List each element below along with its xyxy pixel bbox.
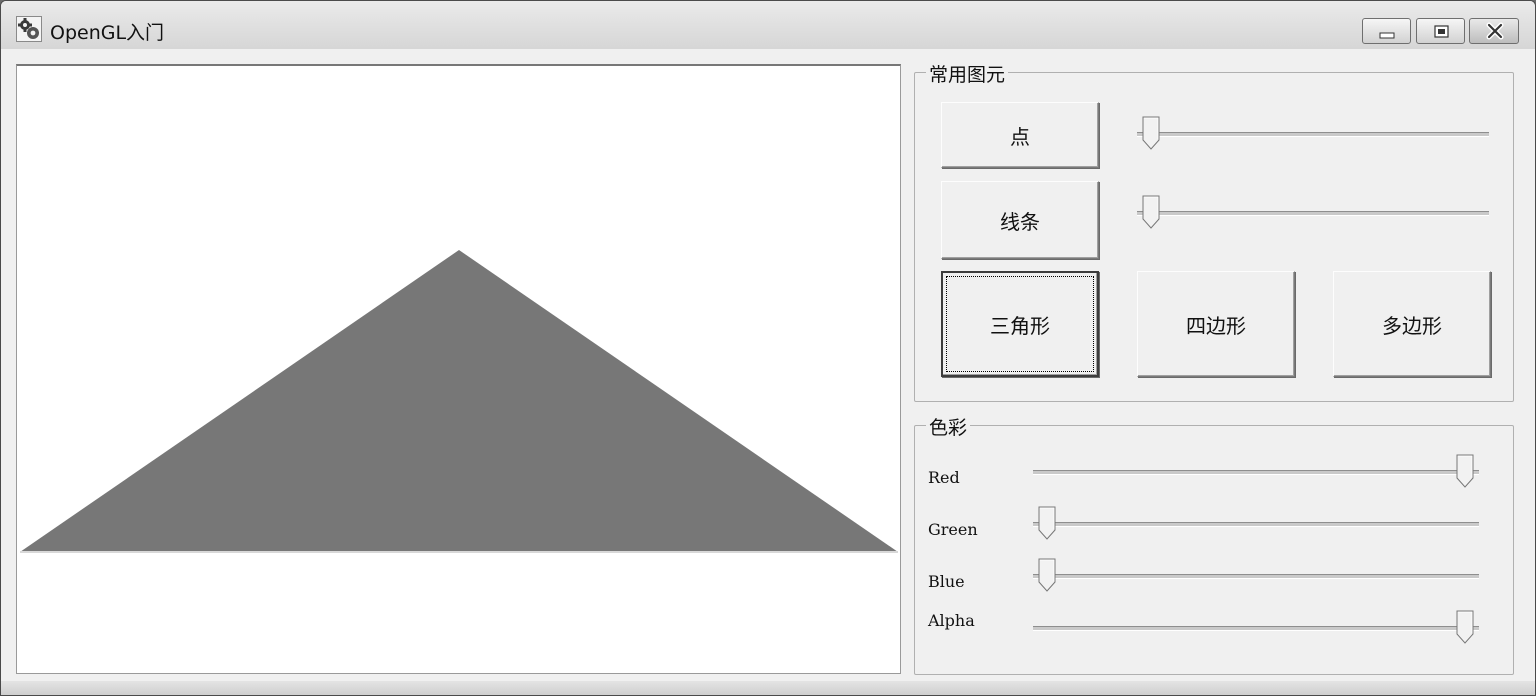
primitives-group: 常用图元 点 线条 三角形 四边形 多边形: [914, 60, 1514, 402]
slider-thumb[interactable]: [1038, 558, 1056, 592]
rendered-triangle: [20, 250, 898, 552]
slider-track: [1137, 132, 1489, 137]
red-slider[interactable]: [1033, 452, 1479, 492]
focus-ring: [946, 276, 1094, 372]
green-slider[interactable]: [1033, 504, 1479, 544]
red-label: Red: [928, 468, 960, 487]
point-button-label: 点: [1010, 124, 1030, 149]
point-size-slider[interactable]: [1137, 114, 1489, 154]
slider-thumb[interactable]: [1142, 116, 1160, 150]
quad-button[interactable]: 四边形: [1137, 271, 1295, 377]
render-surface: [20, 250, 898, 553]
slider-thumb[interactable]: [1456, 454, 1474, 488]
opengl-canvas[interactable]: [16, 64, 901, 674]
slider-thumb[interactable]: [1142, 195, 1160, 229]
line-width-slider[interactable]: [1137, 193, 1489, 233]
maximize-icon: [1434, 25, 1449, 38]
slider-track: [1033, 574, 1479, 579]
close-button[interactable]: [1469, 18, 1519, 44]
polygon-button-label: 多边形: [1382, 313, 1442, 338]
title-bar[interactable]: OpenGL入门: [1, 1, 1535, 49]
window-bottom-border: [1, 681, 1535, 695]
blue-label: Blue: [928, 572, 965, 591]
alpha-label: Alpha: [928, 611, 975, 630]
main-window: OpenGL入门 常用图元 点 线条 三角形 四边形 多边形 色彩 Red Gr…: [0, 0, 1536, 696]
color-group-title: 色彩: [926, 413, 971, 440]
minimize-button[interactable]: [1362, 18, 1411, 44]
point-button[interactable]: 点: [941, 102, 1099, 168]
green-label: Green: [928, 520, 978, 539]
slider-track: [1033, 522, 1479, 527]
slider-thumb[interactable]: [1456, 610, 1474, 644]
alpha-slider[interactable]: [1033, 608, 1479, 648]
window-title: OpenGL入门: [50, 22, 165, 44]
slider-track: [1137, 211, 1489, 216]
app-gears-icon[interactable]: [16, 16, 42, 42]
slider-track: [1033, 626, 1479, 631]
polygon-button[interactable]: 多边形: [1333, 271, 1491, 377]
minimize-icon: [1379, 32, 1395, 39]
color-group: 色彩 Red Green Blue Alpha: [914, 413, 1514, 675]
blue-slider[interactable]: [1033, 556, 1479, 596]
primitives-group-title: 常用图元: [926, 60, 1009, 87]
triangle-button[interactable]: 三角形: [941, 271, 1099, 377]
slider-thumb[interactable]: [1038, 506, 1056, 540]
maximize-button[interactable]: [1416, 18, 1465, 44]
line-button-label: 线条: [1000, 209, 1040, 234]
close-icon: [1486, 22, 1504, 40]
slider-track: [1033, 470, 1479, 475]
line-button[interactable]: 线条: [941, 181, 1099, 259]
quad-button-label: 四边形: [1186, 313, 1246, 338]
